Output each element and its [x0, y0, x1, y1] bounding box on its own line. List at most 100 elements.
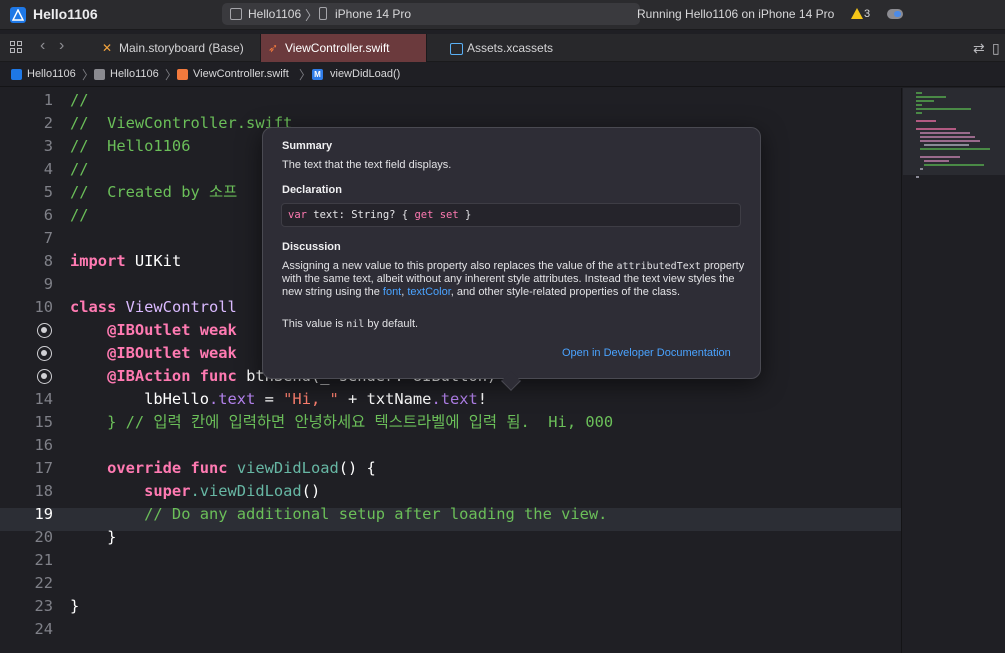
tab-label: ViewController.swift	[285, 41, 390, 55]
code-line: 17 override func viewDidLoad() {	[0, 457, 901, 480]
xcode-project-icon	[10, 7, 26, 23]
keyword: import	[70, 252, 126, 270]
code-text: =	[255, 390, 284, 408]
code-line: 24	[0, 618, 901, 641]
keyword: var	[288, 209, 307, 221]
line-number: 23	[34, 597, 53, 615]
chevron-right-icon[interactable]: ›	[59, 37, 64, 55]
line-number: 1	[43, 91, 53, 109]
property: .text	[431, 390, 478, 408]
tab-label: Assets.xcassets	[467, 41, 554, 55]
line-number: 8	[43, 252, 53, 270]
line-number: 6	[43, 206, 53, 224]
code-text: ()	[301, 482, 321, 500]
code-line: 18 super.viewDidLoad()	[0, 480, 901, 503]
related-items-icon[interactable]: ⇄	[973, 40, 985, 57]
tab-label: Main.storyboard (Base)	[119, 41, 244, 55]
code-text: + txtName	[338, 390, 432, 408]
folder-icon	[94, 69, 105, 80]
storyboard-icon: ✕	[102, 41, 113, 55]
keyword: class	[70, 298, 117, 316]
code-text: }	[458, 209, 472, 221]
textcolor-link[interactable]: textColor	[407, 286, 450, 298]
code-text: // Created by 소프	[70, 183, 238, 201]
tab-main-storyboard[interactable]: ✕ Main.storyboard (Base)	[95, 34, 261, 62]
code-text: !	[477, 390, 488, 408]
line-number: 2	[43, 114, 53, 132]
warning-count[interactable]: 3	[864, 8, 870, 20]
keyword: get	[414, 209, 434, 221]
scheme-name[interactable]: Hello1106	[248, 7, 301, 21]
code-line: 23}	[0, 595, 901, 618]
discussion-text: Assigning a new value to this property a…	[282, 260, 752, 299]
project-title[interactable]: Hello1106	[33, 6, 98, 22]
line-number: 14	[34, 390, 53, 408]
keyword: func	[190, 367, 237, 385]
swift-icon	[177, 69, 188, 80]
string-literal: "Hi, "	[283, 390, 339, 408]
text-span: by default.	[364, 318, 419, 330]
summary-text: The text that the text field displays.	[282, 159, 452, 171]
app-scheme-icon	[230, 8, 242, 20]
grid-icon[interactable]	[10, 41, 23, 54]
line-number: 15	[34, 413, 53, 431]
scheme-selector[interactable]: Hello1106 〉 iPhone 14 Pro	[222, 3, 640, 25]
minimap[interactable]	[901, 88, 1005, 653]
property: .text	[209, 390, 256, 408]
warning-icon[interactable]	[851, 8, 863, 19]
discussion-span: , and other style-related properties of …	[450, 286, 681, 298]
open-documentation-link[interactable]: Open in Developer Documentation	[562, 347, 731, 359]
code-text: UIKit	[125, 252, 182, 270]
breadcrumb-project[interactable]: Hello1106	[27, 68, 76, 80]
run-destination[interactable]: iPhone 14 Pro	[335, 7, 411, 21]
tab-viewcontroller-swift[interactable]: ➶ ViewController.swift	[261, 34, 427, 62]
action-connection-icon[interactable]	[37, 369, 52, 384]
breadcrumb-file[interactable]: ViewController.swift	[193, 68, 289, 80]
split-editor-icon[interactable]: ▯	[992, 40, 1000, 57]
function-name: .viewDidLoad	[190, 482, 302, 500]
chevron-right-icon: 〉	[82, 68, 95, 82]
discussion-heading: Discussion	[282, 241, 341, 253]
outlet-connection-icon[interactable]	[37, 346, 52, 361]
line-number: 16	[34, 436, 53, 454]
code-term: nil	[346, 319, 365, 330]
window-toolbar: Hello1106 Hello1106 〉 iPhone 14 Pro Runn…	[0, 0, 1005, 30]
summary-heading: Summary	[282, 140, 333, 152]
chevron-right-icon: 〉	[165, 68, 178, 82]
text-span: This value is	[282, 318, 347, 330]
keyword: super	[70, 482, 191, 500]
code-line: 14 lbHello.text = "Hi, " + txtName.text!	[0, 388, 901, 411]
jump-bar: Hello1106 〉 Hello1106 〉 ViewController.s…	[0, 63, 1005, 87]
code-line: 21	[0, 549, 901, 572]
code-text: // Do any additional setup after loading…	[70, 505, 608, 523]
code-line: 16	[0, 434, 901, 457]
code-text: lbHello	[70, 390, 209, 408]
code-text: // Hello1106	[70, 137, 191, 155]
line-number: 17	[34, 459, 53, 477]
editor-tab-bar: ‹ › ✕ Main.storyboard (Base) ➶ ViewContr…	[0, 34, 1005, 62]
code-text: //	[70, 160, 89, 178]
code-line: 1 //	[0, 89, 901, 112]
breadcrumb-group[interactable]: Hello1106	[110, 68, 159, 80]
attribute: @IBOutlet	[70, 321, 191, 339]
line-number: 24	[34, 620, 53, 638]
keyword: override	[70, 459, 182, 477]
line-number: 3	[43, 137, 53, 155]
tab-assets-xcassets[interactable]: Assets.xcassets	[443, 34, 593, 62]
font-link[interactable]: font	[383, 286, 401, 298]
code-text: () {	[338, 459, 376, 477]
code-term: attributedText	[616, 261, 701, 272]
breadcrumb-method[interactable]: viewDidLoad()	[330, 68, 400, 80]
line-number: 18	[34, 482, 53, 500]
line-number: 5	[43, 183, 53, 201]
chevron-left-icon[interactable]: ‹	[40, 37, 45, 55]
chevron-right-icon: 〉	[305, 8, 319, 23]
function-name: viewDidLoad	[227, 459, 339, 477]
cloud-toggle-icon[interactable]	[887, 9, 903, 19]
keyword: weak	[190, 321, 237, 339]
discussion-span: Assigning a new value to this property a…	[282, 260, 617, 272]
swift-icon: ➶	[268, 41, 279, 55]
code-line: 20 }	[0, 526, 901, 549]
outlet-connection-icon[interactable]	[37, 323, 52, 338]
attribute: @IBAction	[70, 367, 191, 385]
